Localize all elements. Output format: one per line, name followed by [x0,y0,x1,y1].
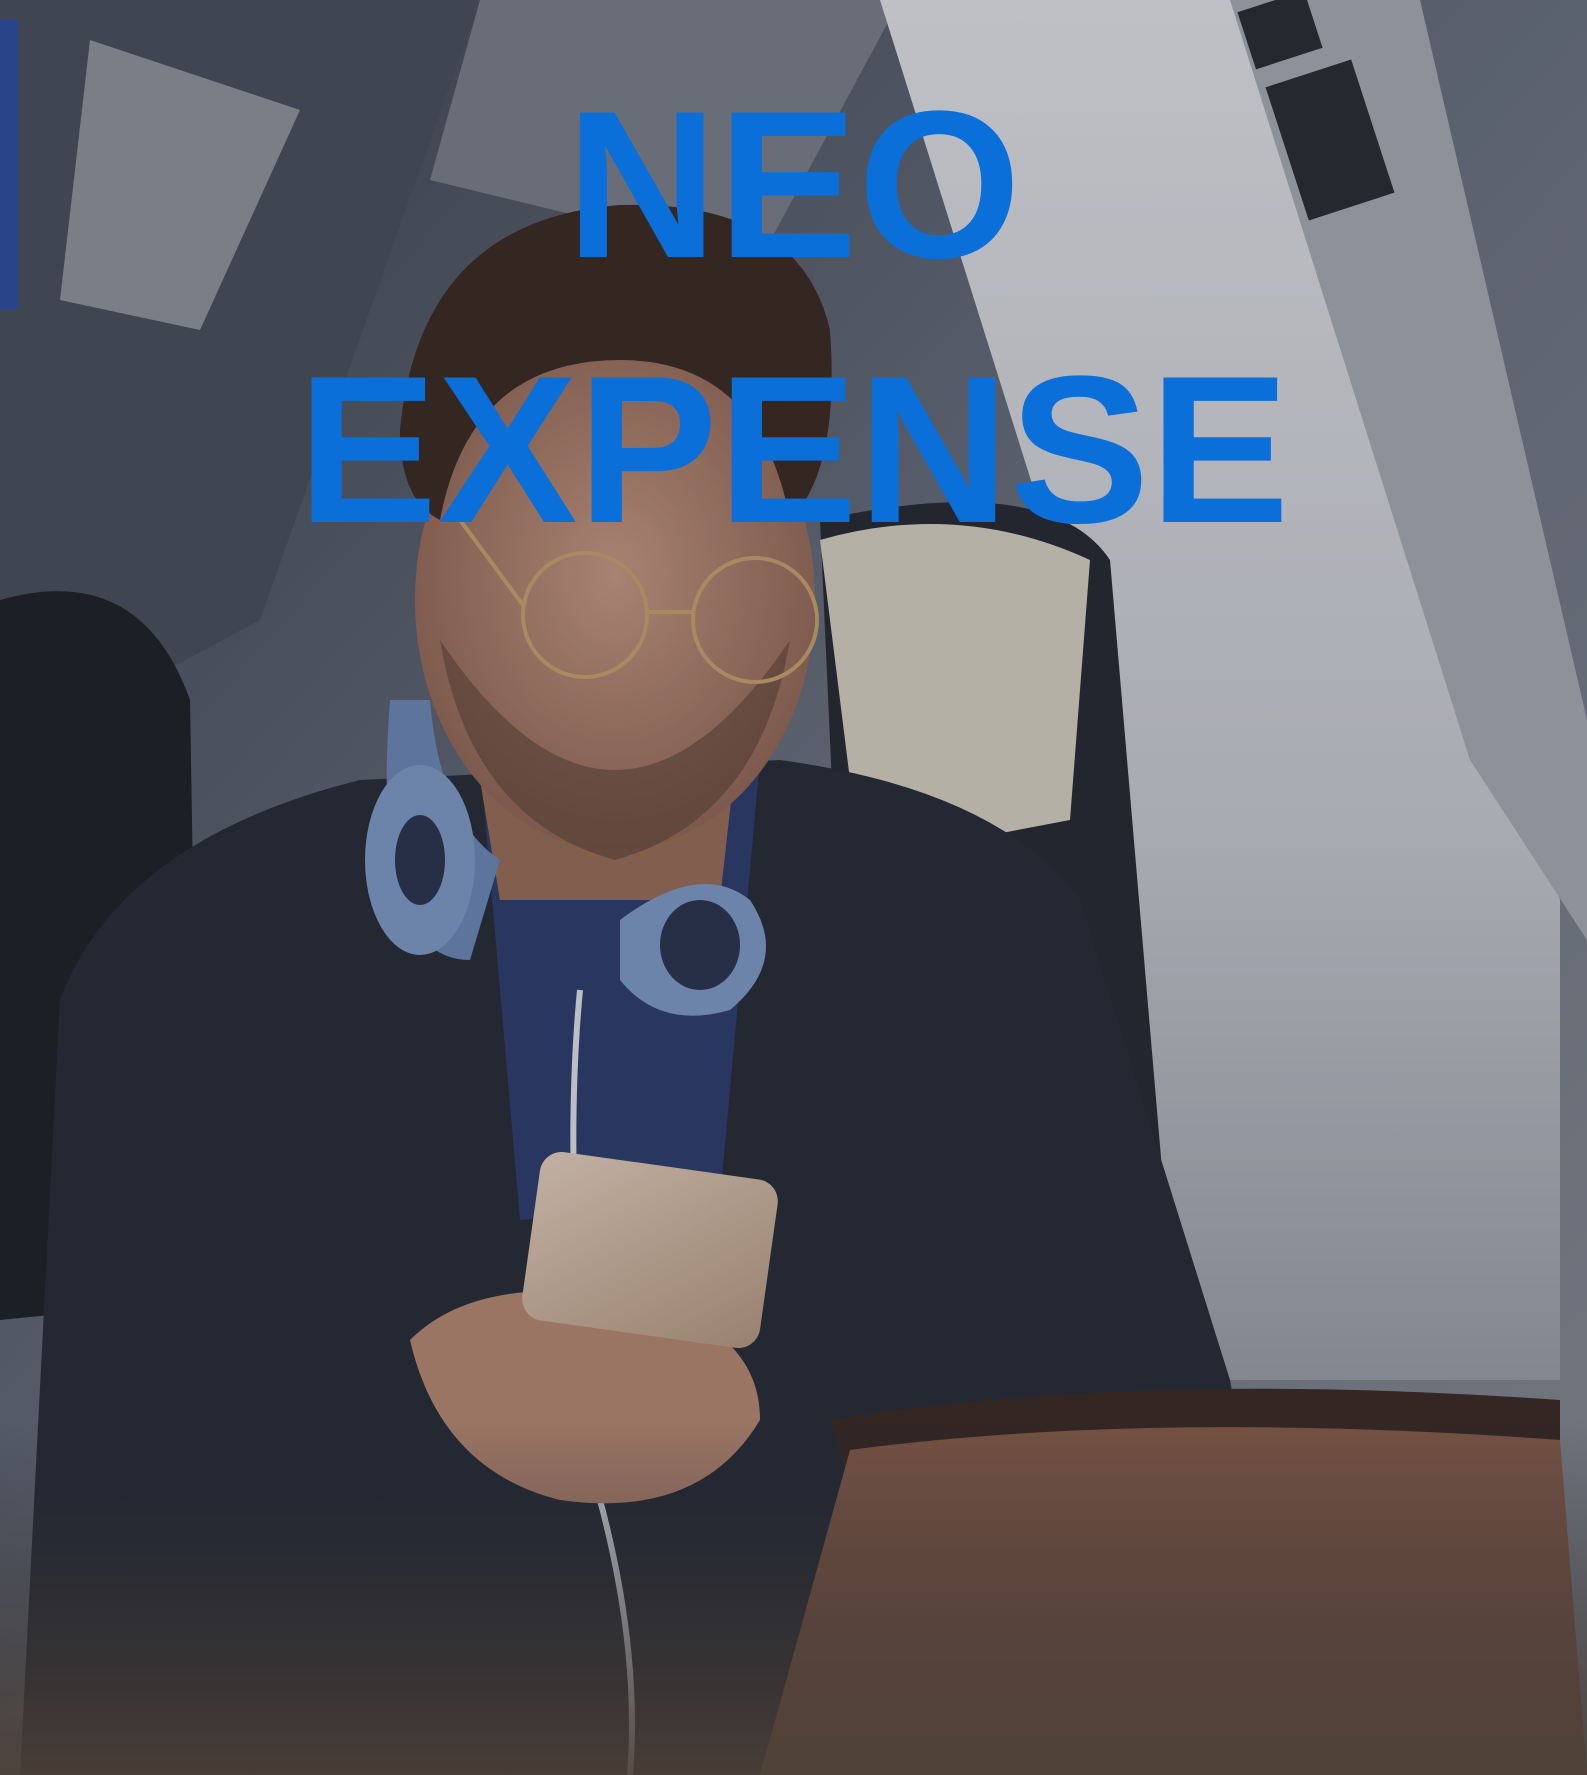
hero-banner: NEO EXPENSE [0,0,1587,1775]
hero-title-line-2: EXPENSE [297,332,1290,567]
hero-title-line-1: NEO [565,67,1022,302]
